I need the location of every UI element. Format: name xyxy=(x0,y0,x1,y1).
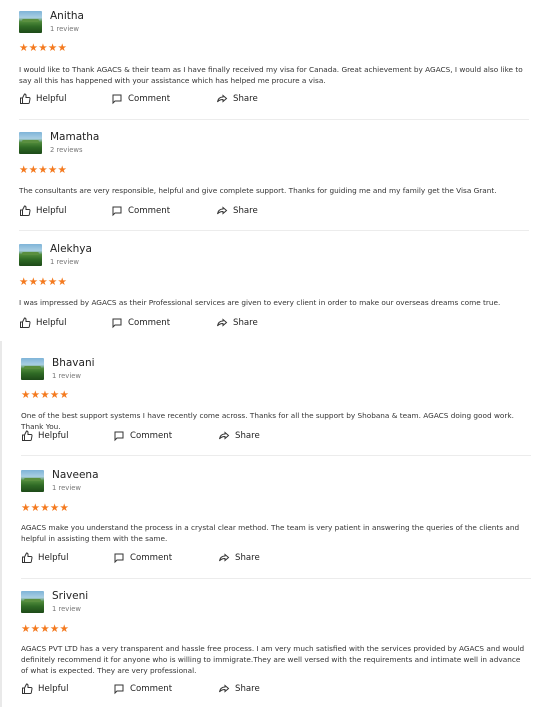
avatar xyxy=(19,244,42,266)
comment-icon xyxy=(112,318,122,329)
thumbs-up-icon xyxy=(22,683,33,694)
review-text: I would like to Thank AGACS & their team… xyxy=(19,65,523,85)
helpful-label: Helpful xyxy=(36,206,67,216)
review-count: 2 reviews xyxy=(50,146,83,154)
review-count: 1 review xyxy=(52,372,81,380)
helpful-label: Helpful xyxy=(38,553,69,563)
reviewer-name[interactable]: Sriveni xyxy=(52,590,88,602)
thumbs-up-icon xyxy=(20,93,31,104)
comment-button[interactable]: Comment xyxy=(111,93,170,105)
star-rating: ★★★★★ xyxy=(19,42,68,54)
helpful-button[interactable]: Helpful xyxy=(19,205,66,217)
avatar xyxy=(21,470,44,492)
share-label: Share xyxy=(235,553,260,563)
share-label: Share xyxy=(235,431,260,441)
share-label: Share xyxy=(233,94,258,104)
comment-icon xyxy=(112,94,122,105)
comment-button[interactable]: Comment xyxy=(113,552,172,564)
avatar xyxy=(21,591,44,613)
comment-icon xyxy=(112,206,122,217)
helpful-button[interactable]: Helpful xyxy=(21,430,68,442)
comment-label: Comment xyxy=(128,318,171,328)
star-rating: ★★★★★ xyxy=(19,276,68,288)
review-actions: Helpful Comment Share xyxy=(19,205,279,219)
star-rating: ★★★★★ xyxy=(19,164,68,176)
comment-icon xyxy=(114,553,124,564)
review-text: AGACS make you understand the process in… xyxy=(21,523,520,543)
star-rating: ★★★★★ xyxy=(21,502,70,514)
share-button[interactable]: Share xyxy=(216,93,258,105)
review-count: 1 review xyxy=(52,484,81,492)
share-label: Share xyxy=(233,206,258,216)
share-icon xyxy=(219,684,230,693)
review-actions: Helpful Comment Share xyxy=(19,93,279,107)
review-text: AGACS PVT LTD has a very transparent and… xyxy=(21,644,525,675)
helpful-button[interactable]: Helpful xyxy=(19,317,66,329)
helpful-label: Helpful xyxy=(38,431,69,441)
comment-label: Comment xyxy=(128,206,171,216)
reviewer-name[interactable]: Bhavani xyxy=(52,357,95,369)
comment-button[interactable]: Comment xyxy=(113,683,172,695)
thumbs-up-icon xyxy=(20,205,31,216)
review-divider xyxy=(19,230,529,231)
share-label: Share xyxy=(233,318,258,328)
thumbs-up-icon xyxy=(22,430,33,441)
reviewer-name[interactable]: Alekhya xyxy=(50,243,92,255)
review-count: 1 review xyxy=(52,605,81,613)
share-button[interactable]: Share xyxy=(218,552,260,564)
avatar xyxy=(19,132,42,154)
comment-label: Comment xyxy=(130,684,173,694)
comment-label: Comment xyxy=(128,94,171,104)
review-actions: Helpful Comment Share xyxy=(21,683,281,697)
review-divider xyxy=(21,455,531,456)
review-text: One of the best support systems I have r… xyxy=(21,411,514,431)
comment-label: Comment xyxy=(130,431,173,441)
share-icon xyxy=(217,318,228,327)
review-divider xyxy=(19,119,529,120)
reviewer-name[interactable]: Anitha xyxy=(50,10,84,22)
helpful-label: Helpful xyxy=(36,94,67,104)
review-count: 1 review xyxy=(50,25,79,33)
review-divider xyxy=(21,578,531,579)
share-button[interactable]: Share xyxy=(218,430,260,442)
thumbs-up-icon xyxy=(20,317,31,328)
helpful-button[interactable]: Helpful xyxy=(21,552,68,564)
review-text: I was impressed by AGACS as their Profes… xyxy=(19,298,501,307)
helpful-label: Helpful xyxy=(36,318,67,328)
share-button[interactable]: Share xyxy=(218,683,260,695)
comment-button[interactable]: Comment xyxy=(111,317,170,329)
share-button[interactable]: Share xyxy=(216,317,258,329)
page-edge-divider xyxy=(0,341,2,707)
star-rating: ★★★★★ xyxy=(21,623,70,635)
reviewer-name[interactable]: Naveena xyxy=(52,469,99,481)
share-icon xyxy=(219,553,230,562)
comment-label: Comment xyxy=(130,553,173,563)
thumbs-up-icon xyxy=(22,552,33,563)
share-icon xyxy=(217,206,228,215)
star-rating: ★★★★★ xyxy=(21,389,70,401)
share-icon xyxy=(217,94,228,103)
comment-button[interactable]: Comment xyxy=(113,430,172,442)
avatar xyxy=(19,11,42,33)
comment-button[interactable]: Comment xyxy=(111,205,170,217)
avatar xyxy=(21,358,44,380)
review-text: The consultants are very responsible, he… xyxy=(19,186,497,195)
share-button[interactable]: Share xyxy=(216,205,258,217)
review-actions: Helpful Comment Share xyxy=(21,552,281,566)
helpful-label: Helpful xyxy=(38,684,69,694)
share-icon xyxy=(219,431,230,440)
review-count: 1 review xyxy=(50,258,79,266)
reviewer-name[interactable]: Mamatha xyxy=(50,131,99,143)
comment-icon xyxy=(114,431,124,442)
review-actions: Helpful Comment Share xyxy=(21,430,281,444)
helpful-button[interactable]: Helpful xyxy=(21,683,68,695)
helpful-button[interactable]: Helpful xyxy=(19,93,66,105)
share-label: Share xyxy=(235,684,260,694)
comment-icon xyxy=(114,684,124,695)
review-actions: Helpful Comment Share xyxy=(19,317,279,331)
